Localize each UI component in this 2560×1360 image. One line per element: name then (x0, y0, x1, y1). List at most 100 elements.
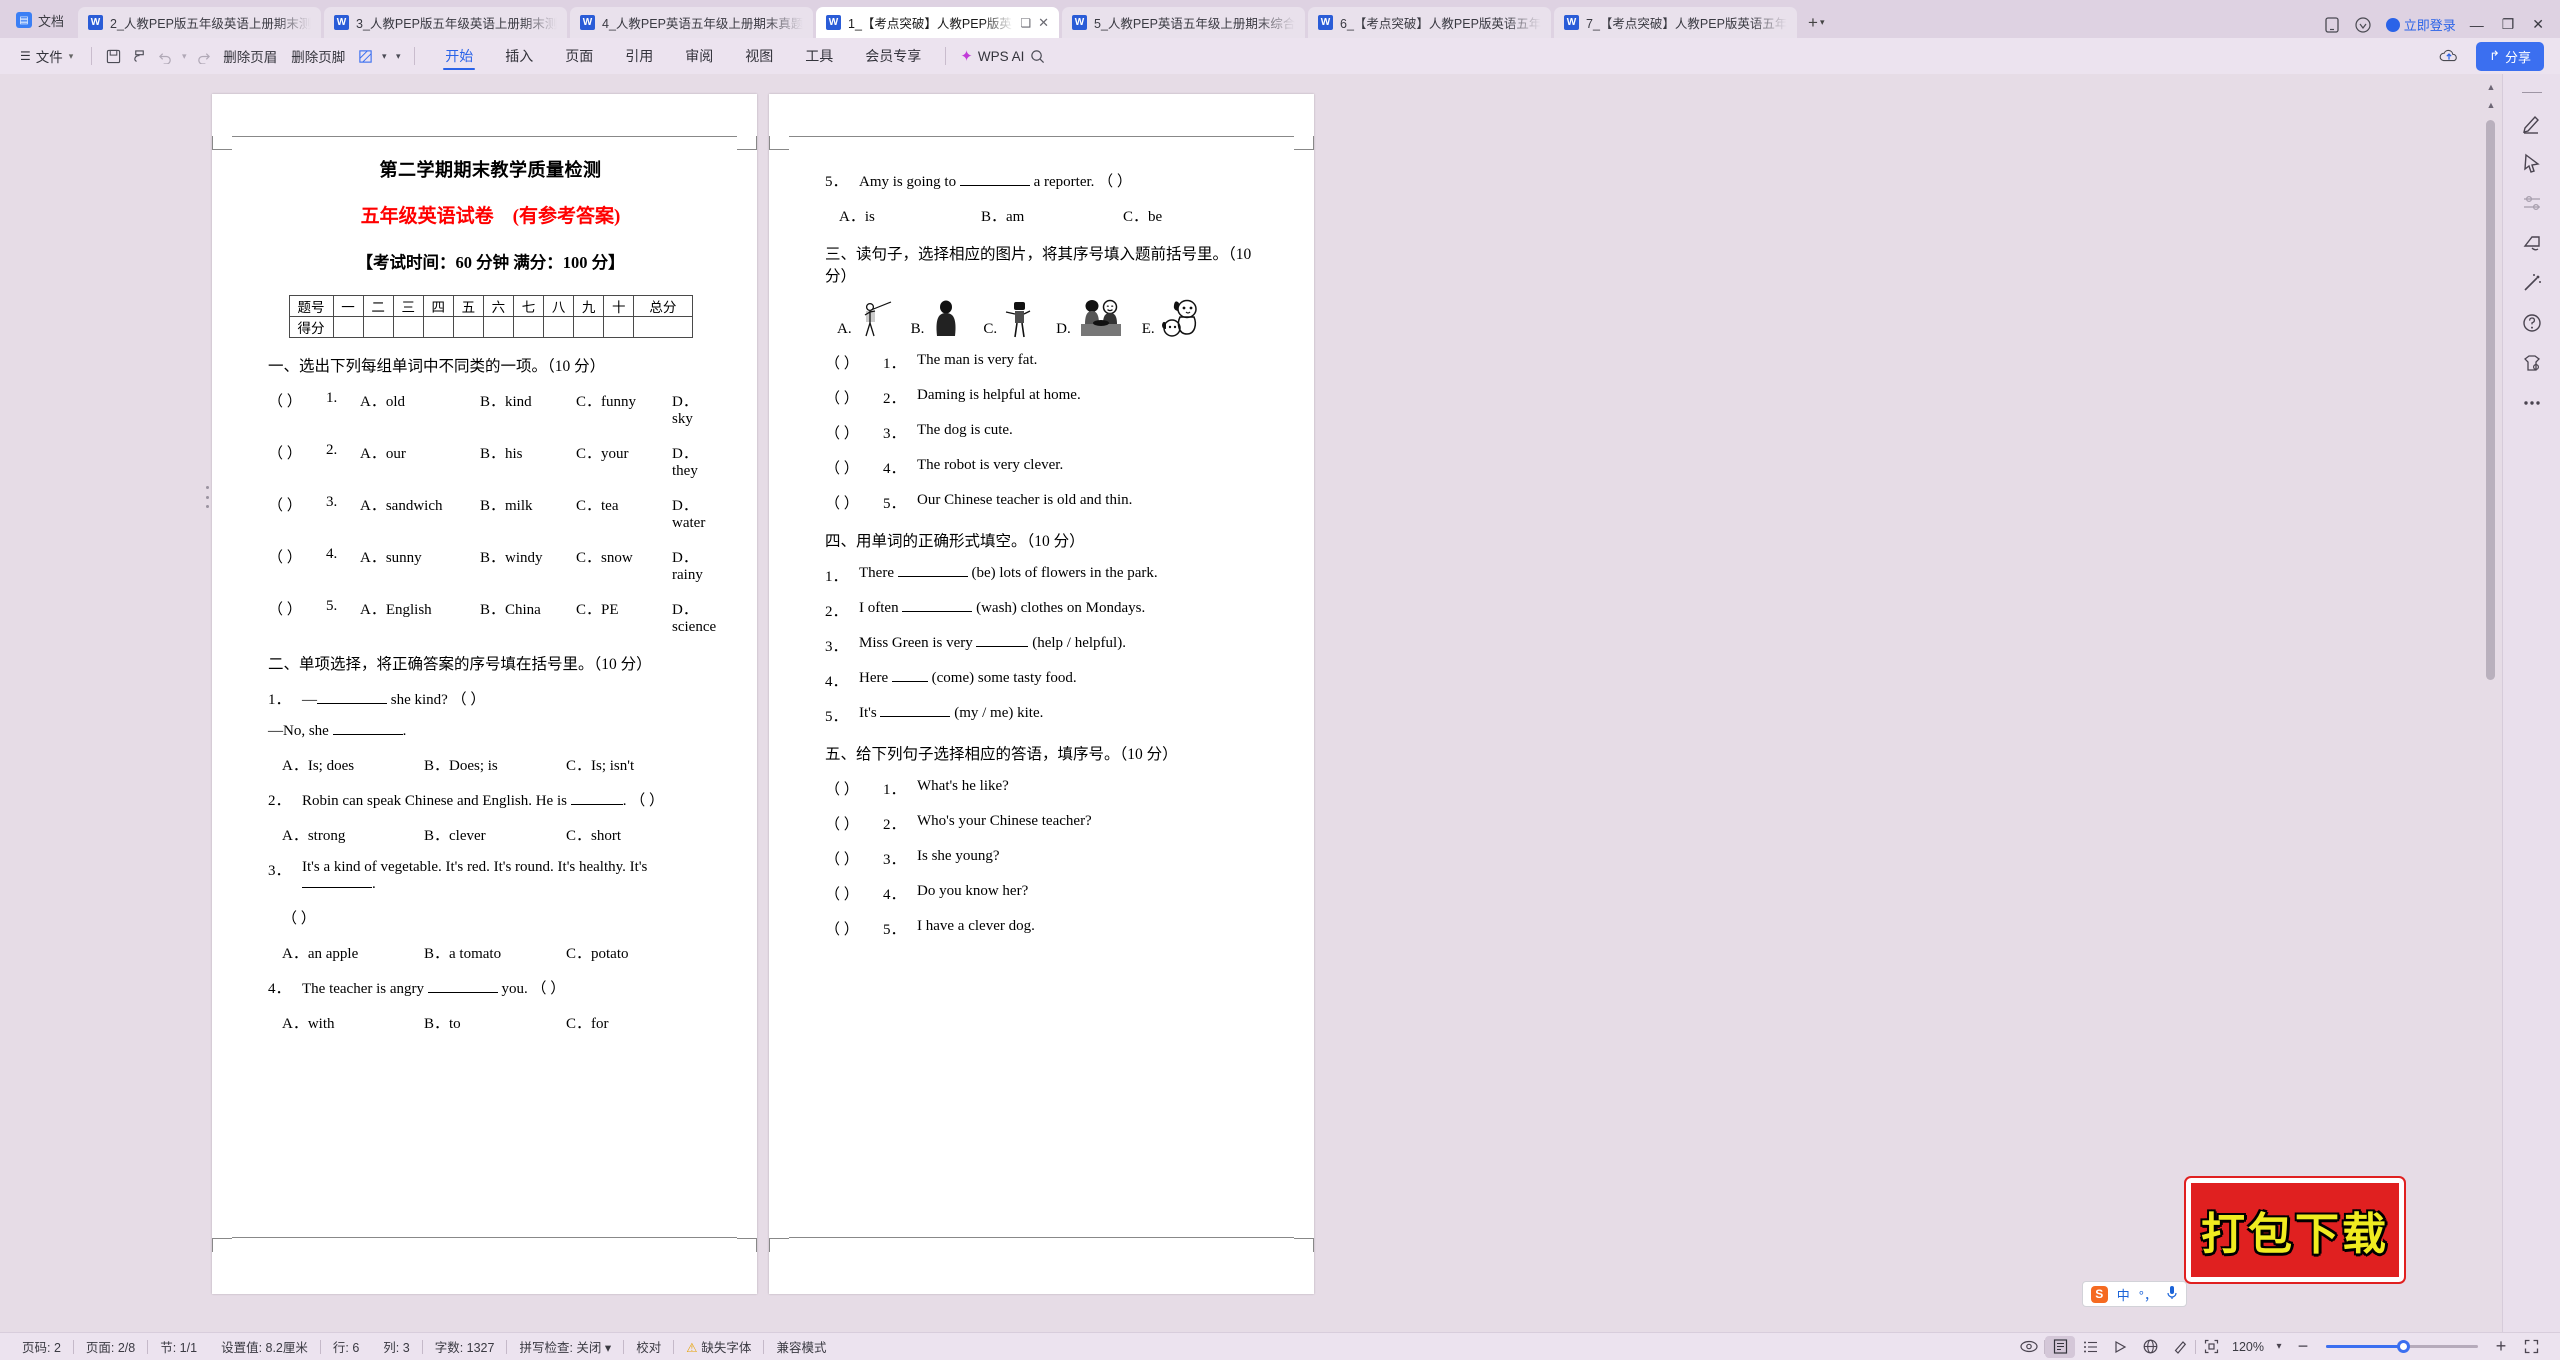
presentation-view-icon[interactable] (2105, 1336, 2135, 1358)
fill-blank[interactable] (332, 734, 403, 735)
score-value-cell[interactable] (422, 316, 454, 338)
help-icon[interactable] (2515, 303, 2549, 343)
scrollbar-thumb[interactable] (2486, 120, 2495, 680)
eye-preview-icon[interactable] (2014, 1336, 2044, 1358)
answer-paren[interactable]: （ ） (268, 390, 326, 428)
zoom-out-button[interactable]: − (2288, 1336, 2318, 1358)
undo-icon[interactable] (152, 44, 178, 68)
mobile-icon[interactable] (2324, 16, 2341, 33)
fill-blank[interactable] (317, 703, 387, 704)
ribbon-tab-review[interactable]: 审阅 (669, 41, 729, 71)
status-missing-font[interactable]: ⚠ 缺失字体 (674, 1337, 763, 1356)
tab-close-icon[interactable]: ✕ (1038, 15, 1049, 31)
ime-punct-label[interactable]: °， (2139, 1285, 2157, 1304)
vertical-scrollbar[interactable]: ▲ ▲ (2480, 74, 2502, 1332)
answer-paren[interactable]: （ ） (268, 442, 326, 480)
ime-toolbar[interactable]: S 中 °， (2081, 1281, 2187, 1307)
highlight-dropdown-icon[interactable]: ▾ (378, 44, 390, 68)
picture-choice-d[interactable]: D. (1056, 298, 1128, 338)
badge-icon[interactable] (2355, 16, 2372, 33)
fill-blank[interactable] (302, 887, 372, 888)
answer-paren[interactable]: （ ） (825, 492, 883, 513)
fill-blank[interactable] (976, 646, 1029, 647)
delete-footer-button[interactable]: 删除页脚 (284, 46, 352, 66)
answer-paren[interactable]: （ ） (825, 352, 883, 373)
fit-page-icon[interactable] (2196, 1336, 2226, 1358)
new-tab-button[interactable]: + ▾ (1800, 7, 1832, 38)
minimize-button[interactable]: — (2470, 17, 2484, 33)
scroll-up-icon[interactable]: ▲ (2484, 80, 2498, 94)
answer-paren[interactable]: （ ） (825, 918, 883, 939)
answer-paren[interactable]: （ ） (825, 387, 883, 408)
ribbon-tab-page[interactable]: 页面 (549, 41, 609, 71)
zoom-slider[interactable] (2326, 1340, 2478, 1354)
settings-sliders-icon[interactable] (2515, 183, 2549, 223)
score-value-cell[interactable] (573, 316, 605, 338)
close-button[interactable]: ✕ (2532, 16, 2544, 33)
download-watermark-badge[interactable]: 打包下载 (2186, 1178, 2404, 1282)
score-value-cell[interactable] (543, 316, 575, 338)
ribbon-tab-tools[interactable]: 工具 (789, 41, 849, 71)
web-view-icon[interactable] (2135, 1336, 2165, 1358)
zoom-dropdown-icon[interactable]: ▾ (2270, 1336, 2288, 1358)
section-2-item-3-paren[interactable]: （ ） (268, 907, 713, 928)
ime-mode-label[interactable]: 中 (2117, 1285, 2130, 1304)
save-icon[interactable] (100, 44, 126, 68)
fill-blank[interactable] (427, 992, 498, 993)
status-compat-mode[interactable]: 兼容模式 (764, 1337, 838, 1356)
page-right[interactable]: 5． Amy is going to a reporter. （ ） A．is … (769, 94, 1314, 1294)
tab-0[interactable]: W 2_人教PEP版五年级英语上册期末测试 (78, 7, 322, 38)
fullscreen-icon[interactable] (2516, 1336, 2546, 1358)
scroll-prev-page-icon[interactable]: ▲ (2484, 98, 2498, 112)
answer-paren[interactable]: （ ） (268, 546, 326, 584)
outline-view-icon[interactable] (2075, 1336, 2105, 1358)
eraser-icon[interactable] (2515, 223, 2549, 263)
login-button[interactable]: 立即登录 (2385, 15, 2456, 34)
ribbon-tab-start[interactable]: 开始 (429, 41, 489, 71)
score-value-cell[interactable] (603, 316, 635, 338)
ribbon-tab-member[interactable]: 会员专享 (849, 41, 937, 71)
score-value-cell[interactable] (452, 316, 484, 338)
answer-paren[interactable]: （ ） (268, 598, 326, 636)
answer-paren[interactable]: （ ） (825, 422, 883, 443)
status-pages[interactable]: 页面: 2/8 (74, 1337, 147, 1356)
picture-choice-b[interactable]: B. (911, 298, 970, 338)
maximize-button[interactable]: ❐ (2502, 16, 2515, 33)
fill-blank[interactable] (902, 611, 973, 612)
highlight-icon[interactable] (352, 44, 378, 68)
file-menu-button[interactable]: ☰ 文件 ▾ (10, 46, 83, 66)
share-button[interactable]: ↱ 分享 (2476, 41, 2544, 71)
score-value-cell[interactable] (392, 316, 424, 338)
tab-restore-icon[interactable]: ❏ (1020, 16, 1031, 30)
zoom-in-button[interactable]: + (2486, 1336, 2516, 1358)
fill-blank[interactable] (959, 185, 1030, 186)
skin-theme-icon[interactable] (2515, 343, 2549, 383)
fill-blank[interactable] (880, 716, 951, 717)
tab-1[interactable]: W 3_人教PEP版五年级英语上册期末测试 (324, 7, 568, 38)
answer-paren[interactable]: （ ） (268, 494, 326, 532)
ribbon-tab-view[interactable]: 视图 (729, 41, 789, 71)
cursor-select-icon[interactable] (2515, 143, 2549, 183)
score-value-cell[interactable] (362, 316, 394, 338)
score-value-cell[interactable] (332, 316, 364, 338)
more-options-icon[interactable] (2515, 383, 2549, 423)
answer-paren[interactable]: （ ） (825, 848, 883, 869)
answer-paren[interactable]: （ ） (825, 457, 883, 478)
status-spellcheck[interactable]: 拼写检查: 关闭 ▾ (507, 1337, 623, 1356)
picture-choice-a[interactable]: A. (837, 298, 897, 338)
tab-5[interactable]: W 6_【考点突破】人教PEP版英语五年级 (1308, 7, 1552, 38)
search-icon[interactable] (1024, 44, 1050, 68)
score-value-cell[interactable] (512, 316, 545, 338)
zoom-level-label[interactable]: 120% (2226, 1340, 2270, 1354)
microphone-icon[interactable] (2166, 1285, 2178, 1303)
delete-header-button[interactable]: 删除页眉 (216, 46, 284, 66)
answer-paren[interactable]: （ ） (825, 778, 883, 799)
page-left[interactable]: 第二学期期末教学质量检测 五年级英语试卷 (有参考答案) 【考试时间：60 分钟… (212, 94, 757, 1294)
score-value-cell[interactable] (482, 316, 514, 338)
answer-paren[interactable]: （ ） (825, 883, 883, 904)
score-value-cell[interactable] (633, 316, 693, 338)
tab-4[interactable]: W 5_人教PEP英语五年级上册期末综合素 (1062, 7, 1306, 38)
magic-wand-icon[interactable] (2515, 263, 2549, 303)
print-icon[interactable] (126, 44, 152, 68)
answer-paren[interactable]: （ ） (825, 813, 883, 834)
